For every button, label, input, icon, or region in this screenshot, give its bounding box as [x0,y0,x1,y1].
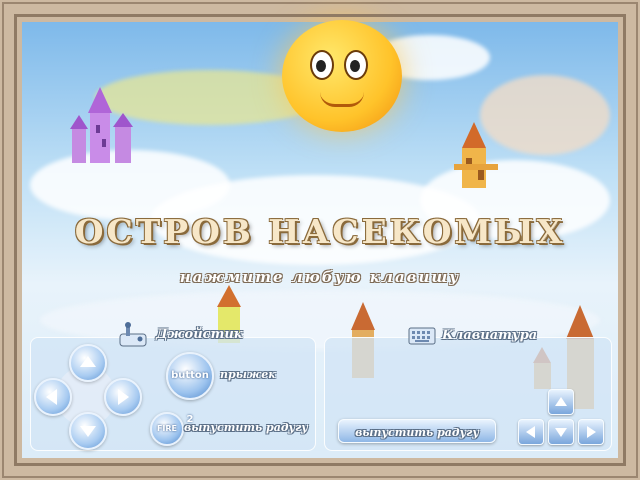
sun-left-pupil [316,60,326,72]
arrow-down-icon [555,428,567,437]
keyboard-fire-button[interactable]: выпустить радугу [338,419,496,443]
fire-button-label: FIRE [156,424,178,433]
sun-mouth [320,92,364,107]
jump-label: прыжек [220,368,276,381]
button-2[interactable]: button 2 [166,352,214,425]
dpad-right-button[interactable] [104,378,142,416]
sun-right-eye [344,50,368,80]
arrow-left-icon [46,389,57,405]
arrow-down-icon [80,426,96,437]
arrow-right-icon [587,426,596,438]
key-right[interactable] [578,419,604,445]
press-any-key-prompt[interactable]: нажмите любую клавишу [0,268,640,286]
keyboard-heading: Клавиатура [442,328,538,343]
dpad-down-button[interactable] [69,412,107,450]
dpad-left-button[interactable] [34,378,72,416]
arrow-right-icon [118,389,129,405]
key-down[interactable] [548,419,574,445]
dpad-up-button[interactable] [69,344,107,382]
dpad [34,344,142,450]
keyboard-fire-label: выпустить радугу [355,426,479,439]
arrow-up-icon [555,397,567,406]
fire-label: выпустить радугу [184,421,308,434]
joystick-heading: Джойстик [156,327,243,342]
arrow-up-icon [80,356,96,367]
arrow-left-icon [526,426,535,438]
sun-right-pupil [350,60,360,72]
sun-character [282,20,402,132]
key-up[interactable] [548,389,574,415]
castle-icon [454,122,498,188]
fire-button[interactable]: FIRE [150,412,184,446]
key-left[interactable] [518,419,544,445]
game-title: ОСТРОВ НАСЕКОМЫХ [74,212,566,251]
castle-icon [70,87,133,163]
sun-left-eye [310,50,334,80]
keyboard-icon [408,327,436,345]
